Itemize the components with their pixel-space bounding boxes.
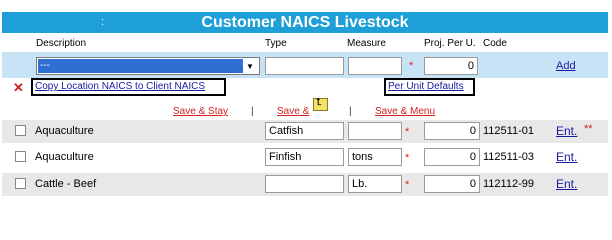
- column-header-description: Description: [36, 38, 87, 49]
- proj-per-u-input[interactable]: [424, 57, 478, 75]
- row-measure-input[interactable]: [348, 122, 402, 140]
- description-select-value: ---: [38, 59, 243, 73]
- per-unit-defaults-link[interactable]: Per Unit Defaults: [384, 78, 475, 96]
- column-header-type: Type: [265, 38, 287, 49]
- row-code: 112511-01: [483, 125, 534, 137]
- row-description: Cattle - Beef: [35, 178, 97, 190]
- row-type-input[interactable]: [265, 148, 344, 166]
- row-proj-input[interactable]: [424, 148, 480, 166]
- row-ent-link[interactable]: Ent.: [556, 177, 577, 191]
- row-proj-input[interactable]: [424, 175, 480, 193]
- row-description: Aquaculture: [35, 125, 94, 137]
- copy-location-naics-link[interactable]: Copy Location NAICS to Client NAICS: [31, 78, 226, 96]
- row-ent-link[interactable]: Ent.: [556, 124, 577, 138]
- action-separator: |: [251, 106, 254, 117]
- row-checkbox[interactable]: [15, 178, 26, 189]
- row-proj-input[interactable]: [424, 122, 480, 140]
- required-indicator: *: [409, 60, 414, 72]
- row-code: 112112-99: [483, 178, 534, 190]
- description-select[interactable]: --- ▼: [36, 57, 260, 75]
- required-indicator: *: [405, 126, 410, 138]
- row-checkbox[interactable]: [15, 151, 26, 162]
- table-row: Aquaculture * 112511-03 Ent.: [2, 146, 608, 169]
- table-row: Aquaculture * 112511-01 Ent. **: [2, 120, 608, 143]
- save-and-stay-link[interactable]: Save & Stay: [173, 106, 228, 117]
- folder-up-icon[interactable]: [313, 97, 328, 111]
- action-separator: |: [349, 106, 352, 117]
- delete-x-icon[interactable]: ✕: [13, 80, 24, 96]
- required-indicator: *: [405, 152, 410, 164]
- column-header-measure: Measure: [347, 38, 386, 49]
- row-measure-input[interactable]: [348, 148, 402, 166]
- row-ent-link[interactable]: Ent.: [556, 150, 577, 164]
- column-header-code: Code: [483, 38, 507, 49]
- row-measure-input[interactable]: [348, 175, 402, 193]
- chevron-down-icon[interactable]: ▼: [243, 60, 257, 73]
- row-checkbox[interactable]: [15, 125, 26, 136]
- row-type-input[interactable]: [265, 175, 344, 193]
- row-description: Aquaculture: [35, 151, 94, 163]
- row-flag-stars: **: [584, 123, 593, 135]
- add-link[interactable]: Add: [556, 60, 576, 72]
- required-indicator: *: [405, 179, 410, 191]
- title-colon: :: [101, 16, 105, 28]
- save-and-up-link[interactable]: Save &: [277, 106, 309, 117]
- page-title-bar: : Customer NAICS Livestock: [2, 12, 608, 33]
- column-header-proj-per-u: Proj. Per U.: [424, 38, 476, 49]
- row-type-input[interactable]: [265, 122, 344, 140]
- row-code: 112511-03: [483, 151, 534, 163]
- measure-input[interactable]: [348, 57, 402, 75]
- page-title: Customer NAICS Livestock: [201, 14, 409, 31]
- table-row: Cattle - Beef * 112112-99 Ent.: [2, 173, 608, 196]
- type-input[interactable]: [265, 57, 344, 75]
- save-and-menu-link[interactable]: Save & Menu: [375, 106, 435, 117]
